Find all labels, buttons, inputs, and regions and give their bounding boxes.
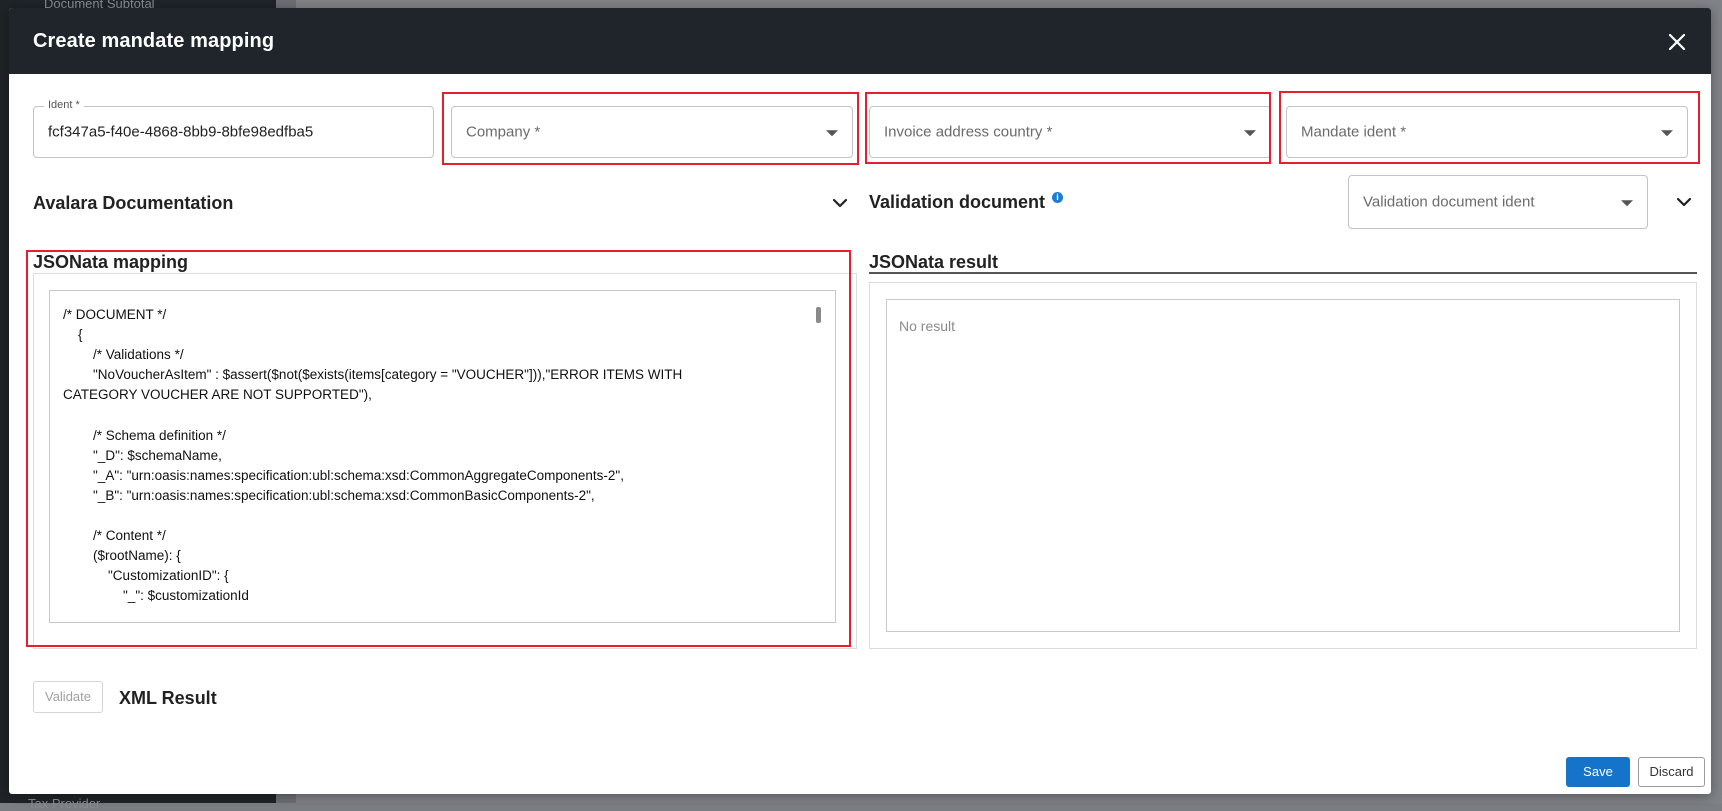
chevron-down-icon[interactable] — [1675, 193, 1693, 211]
close-icon[interactable] — [1665, 30, 1689, 54]
dialog-header: Create mandate mapping — [9, 8, 1711, 74]
code-line: "_A": "urn:oasis:names:specification:ubl… — [63, 467, 624, 483]
code-line: { — [63, 327, 83, 343]
dialog-title: Create mandate mapping — [33, 30, 275, 52]
validate-button[interactable]: Validate — [33, 681, 103, 713]
invoice-address-country-placeholder: Invoice address country * — [884, 123, 1053, 141]
mandate-ident-select[interactable]: Mandate ident * — [1286, 106, 1688, 158]
divider — [869, 272, 1697, 274]
validation-document-title: Validation document — [869, 192, 1046, 212]
code-line: "_": $customizationId — [63, 588, 249, 604]
code-line: "NoVoucherAsItem" : $assert($not($exists… — [63, 367, 683, 383]
company-placeholder: Company * — [466, 123, 541, 141]
no-result-text: No result — [899, 318, 956, 334]
jsonata-result-title: JSONata result — [869, 252, 999, 272]
jsonata-result-area[interactable]: No result — [886, 299, 1680, 632]
ident-field[interactable]: Ident * fcf347a5-f40e-4868-8bb9-8bfe98ed… — [33, 99, 434, 158]
info-icon[interactable]: i — [1052, 192, 1063, 203]
chevron-down-icon — [1244, 130, 1256, 137]
jsonata-mapping-title: JSONata mapping — [33, 252, 189, 272]
background-text-bottom: Tax Provider — [28, 796, 101, 811]
chevron-down-icon — [1661, 130, 1673, 137]
xml-result-title: XML Result — [119, 688, 217, 708]
create-mandate-mapping-dialog: Create mandate mapping Ident * fcf347a5-… — [9, 8, 1711, 794]
code-line: /* Validations */ — [63, 347, 184, 363]
code-line: /* DOCUMENT */ — [63, 307, 167, 322]
save-button[interactable]: Save — [1566, 757, 1630, 787]
code-content: /* DOCUMENT */ { /* Validations */ "NoVo… — [63, 305, 811, 606]
ident-label: Ident * — [44, 99, 84, 111]
chevron-down-icon — [1621, 200, 1633, 207]
validation-document-ident-select[interactable]: Validation document ident — [1348, 175, 1648, 229]
code-line: CATEGORY VOUCHER ARE NOT SUPPORTED"), — [63, 387, 372, 403]
chevron-down-icon[interactable] — [831, 194, 849, 212]
avalara-documentation-title: Avalara Documentation — [33, 193, 234, 213]
company-select[interactable]: Company * — [451, 106, 853, 158]
jsonata-mapping-editor[interactable]: /* DOCUMENT */ { /* Validations */ "NoVo… — [49, 290, 836, 623]
mandate-ident-placeholder: Mandate ident * — [1301, 123, 1407, 141]
scrollbar-thumb[interactable] — [816, 307, 821, 323]
invoice-address-country-select[interactable]: Invoice address country * — [869, 106, 1271, 158]
code-line: "_D": $schemaName, — [63, 447, 222, 463]
validation-document-ident-placeholder: Validation document ident — [1363, 193, 1535, 211]
code-line: ($rootName): { — [63, 548, 181, 564]
ident-value: fcf347a5-f40e-4868-8bb9-8bfe98edfba5 — [48, 123, 314, 141]
discard-button[interactable]: Discard — [1638, 757, 1705, 787]
code-line: "CustomizationID": { — [63, 568, 229, 584]
chevron-down-icon — [826, 130, 838, 137]
code-line: "_B": "urn:oasis:names:specification:ubl… — [63, 487, 595, 503]
code-line: /* Content */ — [63, 528, 166, 544]
code-line: /* Schema definition */ — [63, 427, 226, 443]
